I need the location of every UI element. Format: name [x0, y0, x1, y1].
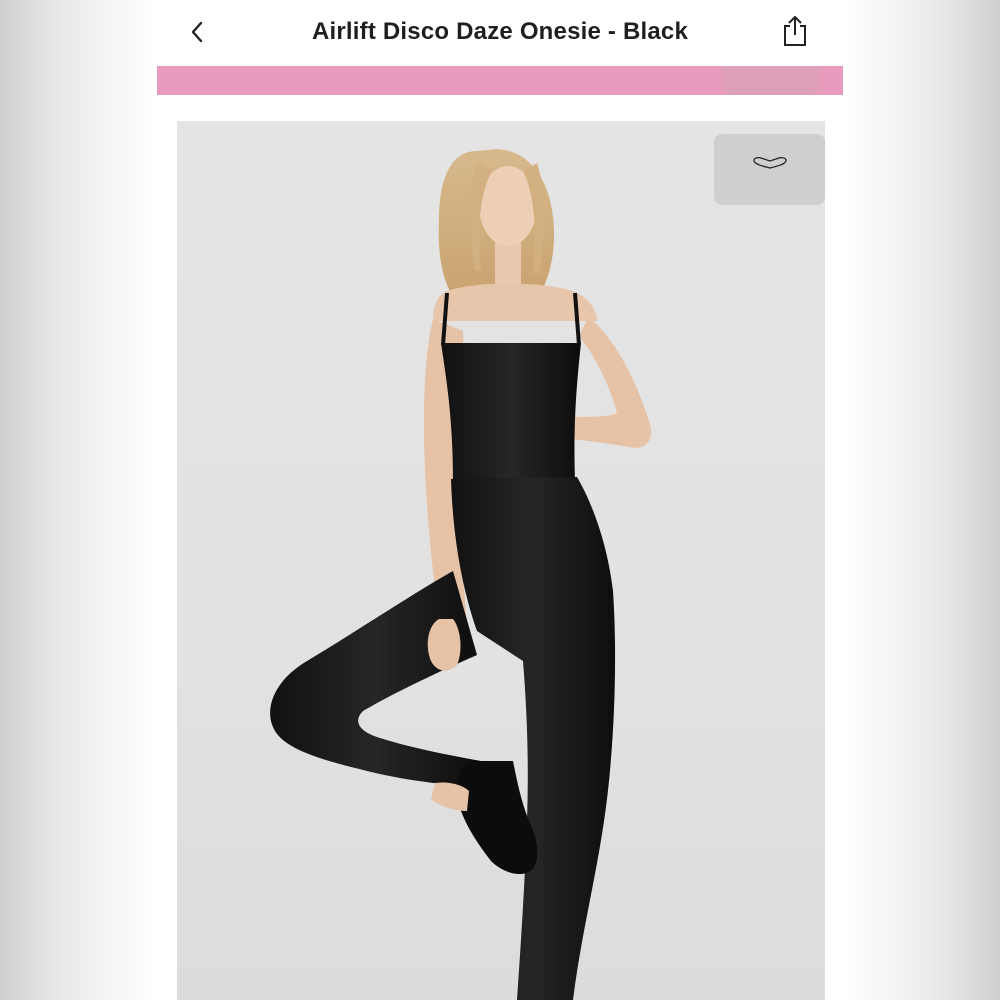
page-title: Airlift Disco Daze Onesie - Black — [311, 18, 689, 45]
like-button[interactable] — [714, 134, 825, 205]
heart-outline-icon — [752, 156, 787, 169]
top-nav-bar: Airlift Disco Daze Onesie - Black — [157, 0, 843, 66]
share-button[interactable] — [777, 12, 813, 50]
model-photo — [270, 149, 651, 1000]
back-button[interactable] — [181, 16, 213, 48]
promo-banner — [157, 66, 843, 95]
chevron-left-icon — [191, 21, 203, 43]
product-image[interactable] — [177, 121, 825, 1000]
banner-tab[interactable] — [723, 66, 819, 95]
screenshot-canvas: Airlift Disco Daze Onesie - Black — [0, 0, 1000, 1000]
share-icon — [784, 16, 806, 46]
app-screen: Airlift Disco Daze Onesie - Black — [157, 0, 843, 1000]
